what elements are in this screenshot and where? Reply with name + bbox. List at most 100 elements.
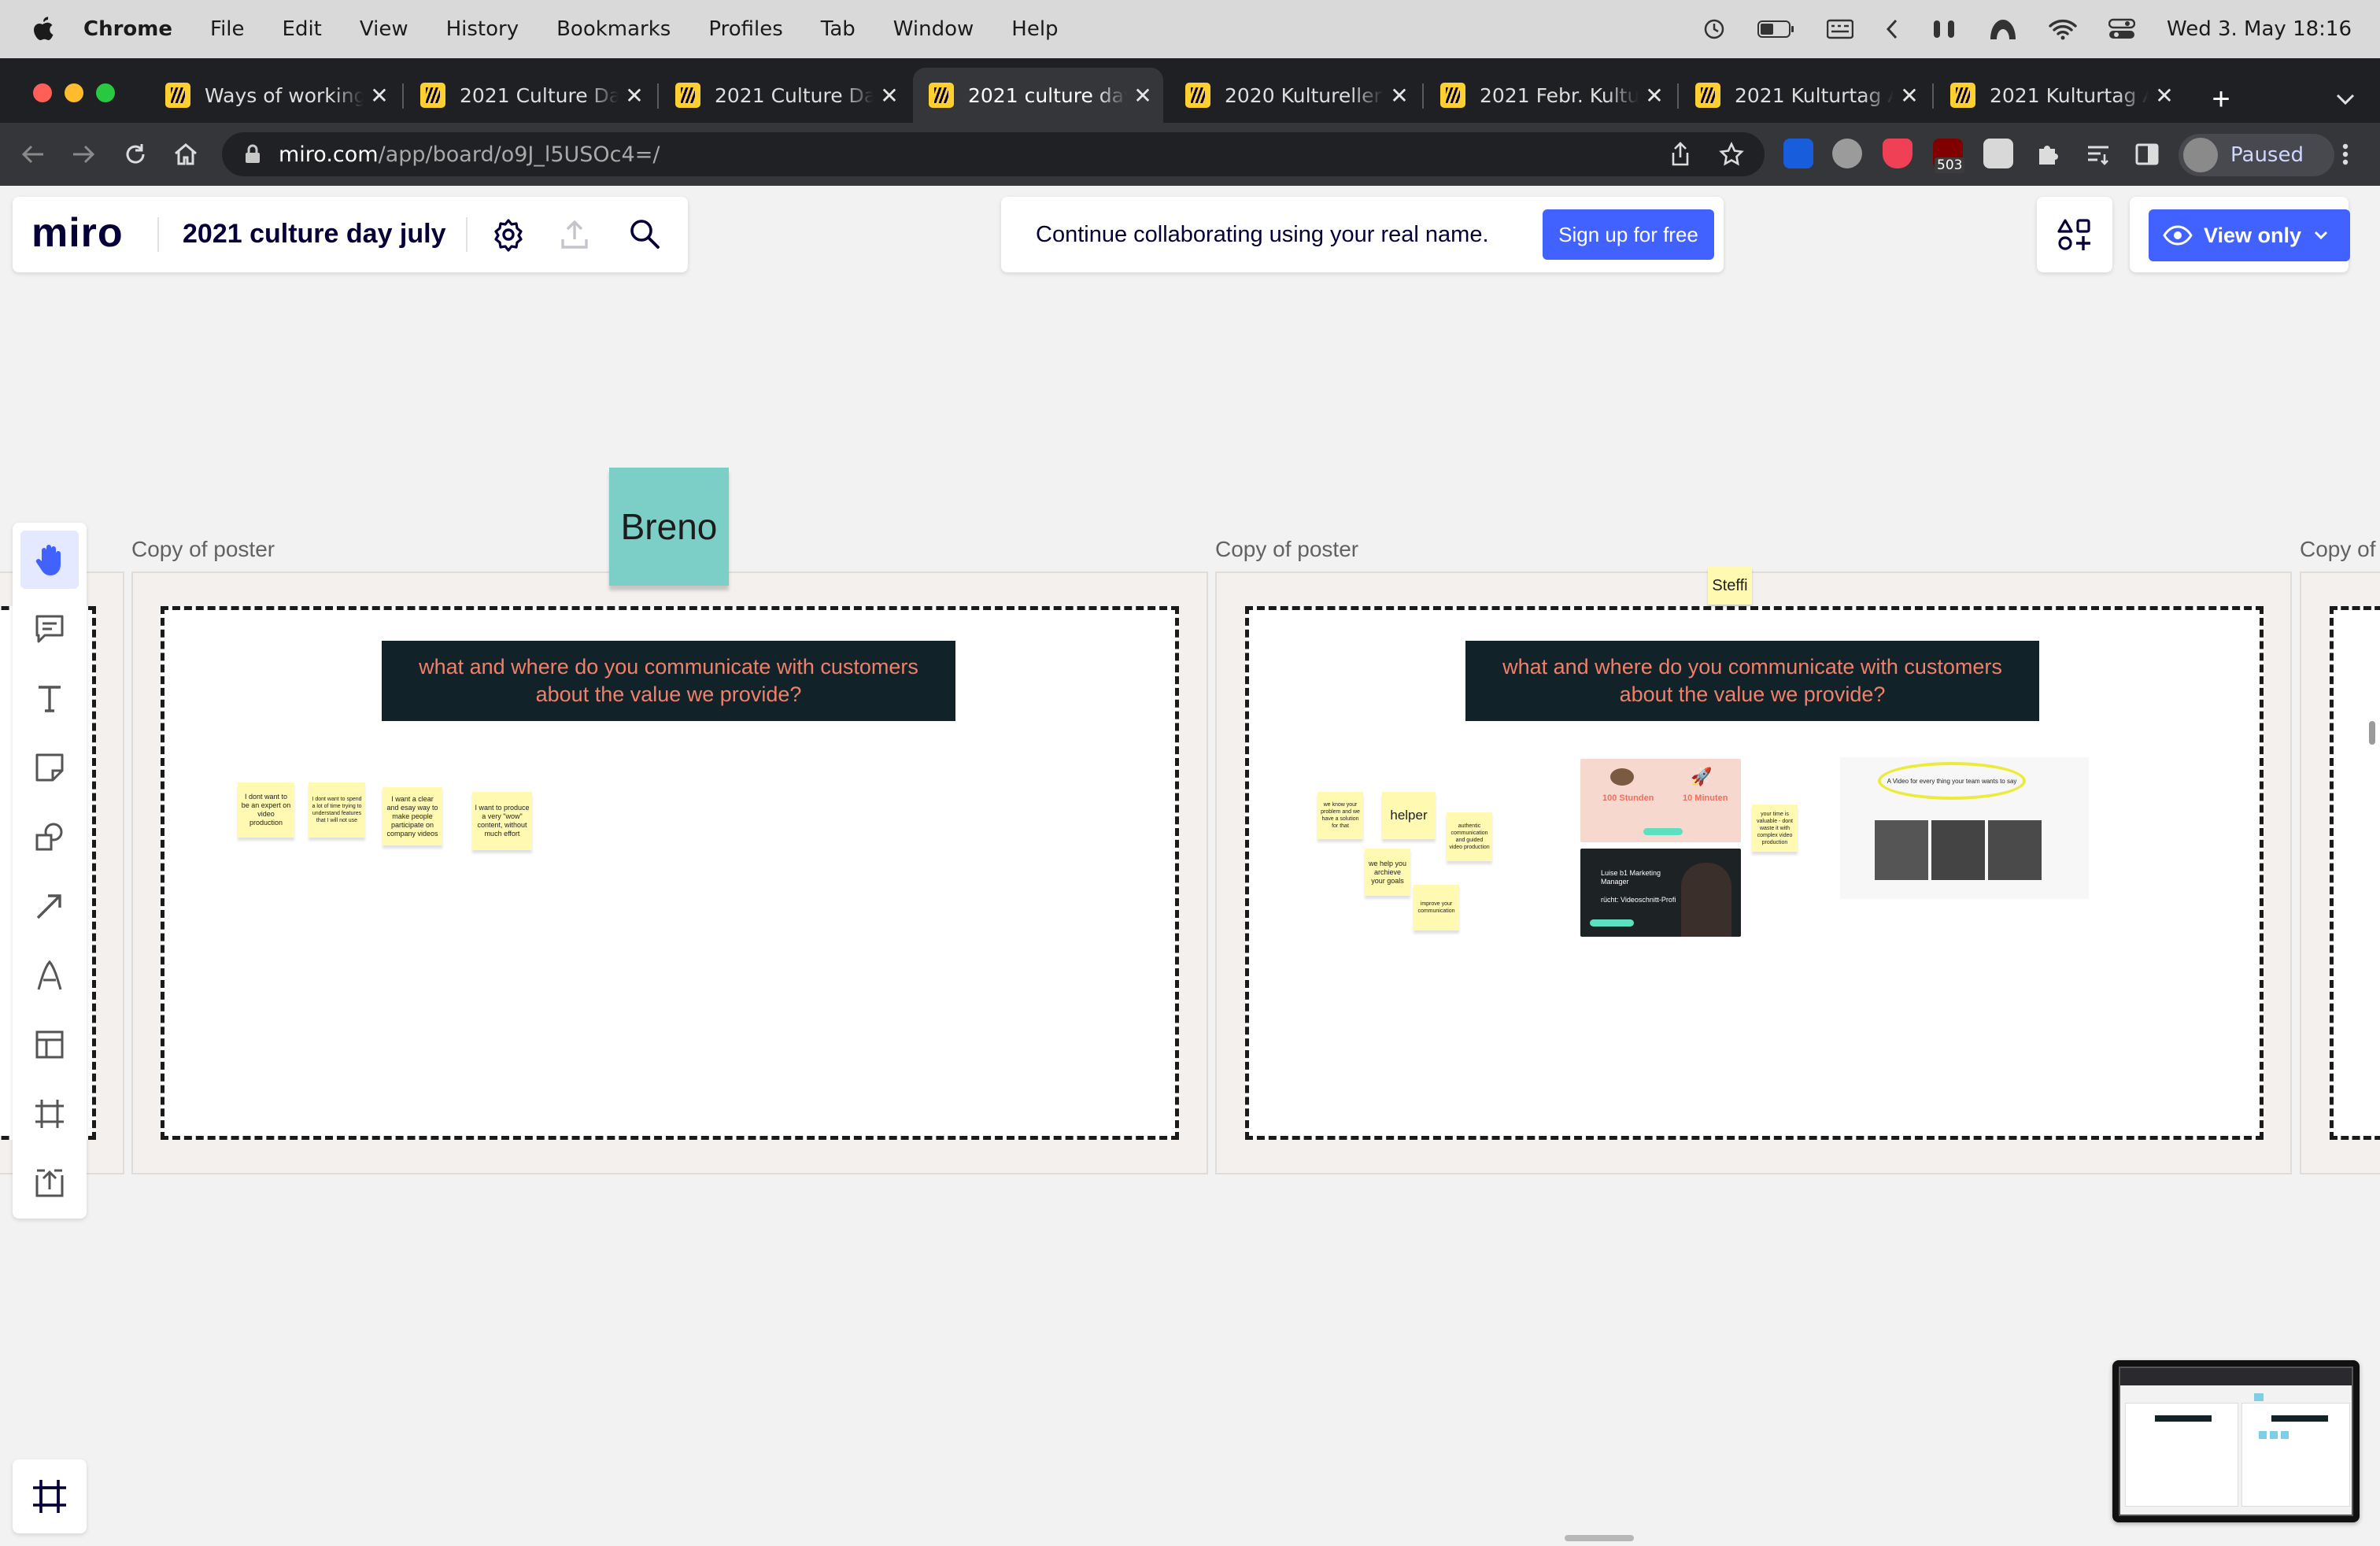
miro-logo[interactable]: miro — [31, 211, 124, 255]
tab-2021-culture-day-2[interactable]: 2021 Culture Day ✕ — [660, 68, 910, 123]
tool-sticky-note[interactable] — [20, 738, 79, 797]
promo-image-person[interactable]: Luise b1 Marketing Manager rücht: Videos… — [1580, 849, 1741, 937]
tab-2021-culture-day-1[interactable]: 2021 Culture Day ✕ — [405, 68, 655, 123]
promo-image-team[interactable]: A Video for every thing your team wants … — [1840, 757, 2089, 899]
frame-label[interactable]: Copy of poster — [131, 537, 275, 562]
chevron-left-icon[interactable] — [1885, 18, 1899, 40]
menu-app-name[interactable]: Chrome — [83, 17, 172, 41]
window-minimize-button[interactable] — [65, 83, 83, 102]
close-icon[interactable]: ✕ — [1127, 83, 1159, 109]
pocket-extension-icon[interactable] — [1883, 139, 1913, 168]
apps-shapes-icon[interactable] — [2057, 217, 2092, 252]
tab-2021-culture-day-active[interactable]: 2021 culture day ✕ — [913, 68, 1163, 123]
close-icon[interactable]: ✕ — [1894, 83, 1925, 109]
poster-question[interactable]: what and where do you communicate with c… — [382, 641, 955, 721]
extension-eyes-icon[interactable] — [1832, 139, 1862, 168]
sticky-note[interactable]: I want to produce a very "wow" content, … — [472, 792, 532, 850]
menu-profiles[interactable]: Profiles — [708, 17, 782, 41]
menu-view[interactable]: View — [360, 17, 408, 41]
tool-pen[interactable] — [20, 946, 79, 1004]
close-icon[interactable]: ✕ — [1639, 83, 1670, 109]
board-title[interactable]: 2021 culture day july — [183, 219, 446, 250]
frames-list-button[interactable] — [13, 1459, 87, 1533]
menu-file[interactable]: File — [210, 17, 245, 41]
sticky-note[interactable]: we know your problem and we have a solut… — [1318, 792, 1363, 839]
sticky-note[interactable]: I dont want to spend a lot of time tryin… — [309, 782, 365, 838]
frame-label[interactable]: Copy of — [2300, 537, 2376, 562]
new-tab-button[interactable]: + — [2204, 82, 2238, 117]
menu-window[interactable]: Window — [893, 17, 974, 41]
apple-icon[interactable] — [30, 15, 57, 43]
forward-button[interactable] — [66, 137, 101, 172]
tool-text[interactable] — [20, 669, 79, 727]
tab-2021-kulturtag-2[interactable]: 2021 Kulturtag A ✕ — [1935, 68, 2185, 123]
close-icon[interactable]: ✕ — [1384, 83, 1415, 109]
close-icon[interactable]: ✕ — [874, 83, 905, 109]
side-panel-button[interactable] — [2130, 137, 2164, 172]
tab-2020-kultureller[interactable]: 2020 Kultureller ✕ — [1170, 68, 1420, 123]
sticky-note[interactable]: improve your communication — [1414, 885, 1459, 930]
bitwarden-extension-icon[interactable] — [1783, 139, 1813, 168]
menu-tab[interactable]: Tab — [821, 17, 856, 41]
sticky-note[interactable]: helper — [1382, 792, 1436, 839]
control-center-icon[interactable] — [2108, 18, 2136, 40]
close-icon[interactable]: ✕ — [364, 83, 395, 109]
extension-cube-icon[interactable] — [1983, 139, 2013, 168]
close-icon[interactable]: ✕ — [619, 83, 650, 109]
board-minimap[interactable] — [2112, 1360, 2360, 1522]
home-button[interactable] — [168, 137, 203, 172]
menu-clock[interactable]: Wed 3. May 18:16 — [2167, 17, 2352, 41]
extensions-puzzle-button[interactable] — [2031, 137, 2065, 172]
battery-icon[interactable] — [1757, 19, 1795, 39]
vpn-icon[interactable] — [1989, 17, 2017, 41]
tab-2021-kulturtag-1[interactable]: 2021 Kulturtag A ✕ — [1680, 68, 1930, 123]
menu-edit[interactable]: Edit — [283, 17, 322, 41]
tool-templates[interactable] — [20, 1015, 79, 1074]
menu-help[interactable]: Help — [1011, 17, 1058, 41]
tool-connection-line[interactable] — [20, 877, 79, 935]
view-only-button[interactable]: View only — [2149, 209, 2350, 261]
sticky-note[interactable]: authentic communication and guided video… — [1447, 812, 1492, 861]
sticky-note[interactable]: I want a clear and esay way to make peop… — [382, 787, 442, 845]
vertical-scrollbar[interactable] — [2369, 721, 2375, 745]
address-bar[interactable]: miro.com/app/board/o9J_l5USOc4=/ — [222, 132, 1765, 176]
chrome-menu-button[interactable] — [2328, 137, 2363, 172]
tab-2021-febr-kultur[interactable]: 2021 Febr. Kultur ✕ — [1425, 68, 1675, 123]
wifi-icon[interactable] — [2049, 18, 2077, 40]
keyboard-icon[interactable] — [1827, 19, 1854, 39]
profile-button[interactable]: Paused — [2179, 134, 2334, 176]
tool-upload[interactable] — [20, 1154, 79, 1212]
sign-up-button[interactable]: Sign up for free — [1543, 209, 1714, 260]
sticky-note[interactable]: we help you archieve your goals — [1365, 849, 1410, 896]
airpods-icon[interactable] — [1931, 17, 1957, 41]
poster-question[interactable]: what and where do you communicate with c… — [1465, 641, 2039, 721]
tab-separator — [657, 83, 659, 109]
collaborator-name-sticky[interactable]: Breno — [609, 468, 729, 586]
back-button[interactable] — [16, 137, 50, 172]
sticky-note[interactable]: your time is valuable - dont waste it wi… — [1752, 804, 1798, 852]
sticky-note[interactable]: I dont want to be an expert on video pro… — [238, 782, 294, 838]
tool-shapes[interactable] — [20, 808, 79, 866]
frame-label[interactable]: Copy of poster — [1215, 537, 1358, 562]
time-machine-icon[interactable] — [1702, 17, 1726, 41]
menu-bookmarks[interactable]: Bookmarks — [556, 17, 671, 41]
menu-history[interactable]: History — [446, 17, 519, 41]
settings-gear-icon[interactable] — [491, 217, 526, 252]
window-zoom-button[interactable] — [96, 83, 115, 102]
window-close-button[interactable] — [33, 83, 52, 102]
bookmark-star-icon[interactable] — [1719, 142, 1744, 167]
share-icon[interactable] — [1670, 142, 1691, 167]
tool-frame[interactable] — [20, 1085, 79, 1143]
export-upload-icon[interactable] — [559, 219, 590, 250]
horizontal-scrollbar[interactable] — [1565, 1535, 1634, 1541]
tool-hand[interactable] — [20, 531, 79, 589]
tool-comment[interactable] — [20, 600, 79, 658]
promo-image-hours[interactable]: 🚀 100 Stunden 10 Minuten — [1580, 759, 1741, 842]
reading-list-button[interactable] — [2081, 137, 2116, 172]
close-icon[interactable]: ✕ — [2149, 83, 2180, 109]
search-icon[interactable] — [628, 217, 661, 250]
ublock-extension-icon[interactable]: 503 — [1933, 139, 1965, 173]
tab-ways-of-working[interactable]: Ways of working ✕ — [150, 68, 400, 123]
tab-search-chevron-icon[interactable] — [2328, 82, 2363, 117]
reload-button[interactable] — [118, 137, 153, 172]
